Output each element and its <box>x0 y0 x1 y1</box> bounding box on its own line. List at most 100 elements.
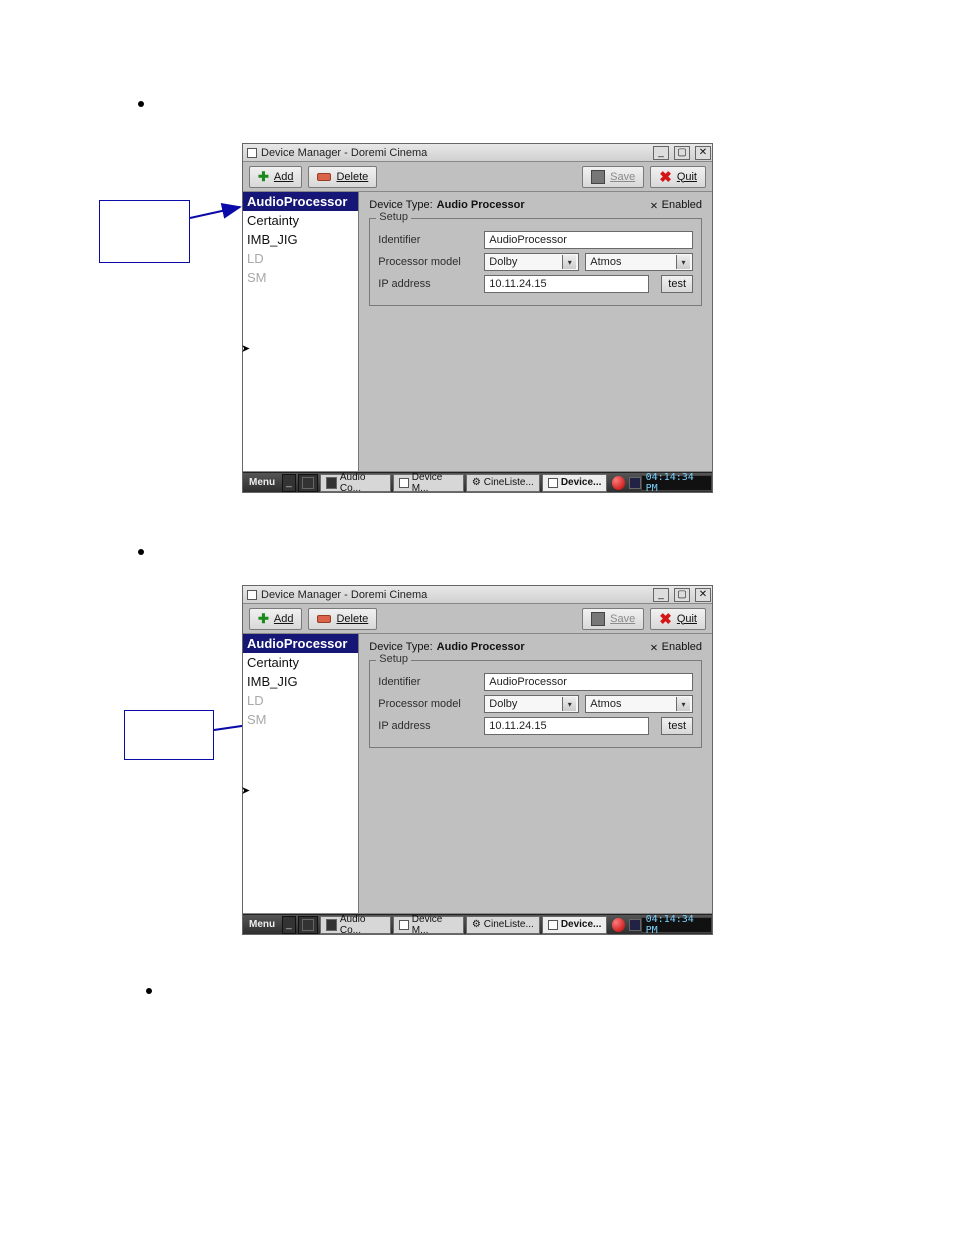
app-icon: ⚙ <box>472 919 481 930</box>
taskbar-item-devicem[interactable]: Device M... <box>393 916 463 934</box>
identifier-value: AudioProcessor <box>489 676 567 688</box>
sidebar-item-imbjig[interactable]: IMB_JIG <box>243 672 358 691</box>
titlebar[interactable]: Device Manager - Doremi Cinema _ ▢ ✕ <box>243 144 712 162</box>
taskbar-item-audio[interactable]: Audio Co... <box>320 474 392 492</box>
device-manager-window: Device Manager - Doremi Cinema _ ▢ ✕ ✚ Ad… <box>242 585 713 935</box>
brand-select[interactable]: Dolby▾ <box>484 253 579 271</box>
callout-box <box>99 200 190 263</box>
model-select-value: Atmos <box>590 256 621 268</box>
quit-button[interactable]: ✖Quit <box>650 608 706 630</box>
chevron-down-icon: ▾ <box>562 697 576 711</box>
disk-icon <box>591 170 605 184</box>
app-icon <box>548 920 558 930</box>
minimize-button[interactable]: _ <box>653 588 669 602</box>
enabled-label: Enabled <box>662 199 702 211</box>
sidebar-item-imbjig[interactable]: IMB_JIG <box>243 230 358 249</box>
notification-icon[interactable] <box>612 918 625 932</box>
app-icon <box>399 920 408 930</box>
app-icon <box>247 590 257 600</box>
taskbar-tray-icon[interactable]: _ <box>282 474 296 492</box>
taskbar-tray-icon[interactable] <box>298 916 318 934</box>
test-button-label: test <box>668 720 686 732</box>
sidebar-item-sm[interactable]: SM <box>243 710 358 729</box>
taskbar-item-label: Audio Co... <box>340 472 386 494</box>
sidebar-item-audioprocessor[interactable]: AudioProcessor <box>243 192 358 211</box>
identifier-input[interactable]: AudioProcessor <box>484 673 693 691</box>
close-icon: ✖ <box>659 168 672 186</box>
ip-label: IP address <box>378 278 478 290</box>
test-button[interactable]: test <box>661 717 693 735</box>
clock: 04:14:34 PM <box>641 475 712 491</box>
cursor-icon: ➤ <box>241 342 250 355</box>
save-button[interactable]: Save <box>582 608 644 630</box>
delete-button-label: Delete <box>336 613 368 625</box>
add-button-label: Add <box>274 613 294 625</box>
menu-button[interactable]: Menu <box>243 919 281 930</box>
enabled-checkbox[interactable]: ✕ <box>650 198 657 212</box>
app-icon <box>247 148 257 158</box>
model-select[interactable]: Atmos▾ <box>585 695 693 713</box>
brand-select[interactable]: Dolby▾ <box>484 695 579 713</box>
taskbar-item-audio[interactable]: Audio Co... <box>320 916 392 934</box>
sidebar-item-audioprocessor[interactable]: AudioProcessor <box>243 634 358 653</box>
identifier-value: AudioProcessor <box>489 234 567 246</box>
toolbar: ✚ Add Delete Save ✖Quit <box>243 604 712 634</box>
taskbar-item-cineliste[interactable]: ⚙CineListe... <box>466 474 540 492</box>
taskbar-item-device[interactable]: Device... <box>542 474 608 492</box>
window-title: Device Manager - Doremi Cinema <box>261 147 427 159</box>
chevron-down-icon: ▾ <box>676 255 690 269</box>
model-select[interactable]: Atmos ▾ <box>585 253 693 271</box>
tray-icon[interactable] <box>629 919 640 931</box>
delete-button[interactable]: Delete <box>308 608 377 630</box>
identifier-input[interactable]: AudioProcessor <box>484 231 693 249</box>
add-button[interactable]: ✚ Add <box>249 608 302 630</box>
device-list[interactable]: AudioProcessor Certainty IMB_JIG LD SM ➤ <box>243 634 359 913</box>
app-icon <box>326 919 337 931</box>
close-button[interactable]: ✕ <box>695 588 711 602</box>
taskbar-item-cineliste[interactable]: ⚙CineListe... <box>466 916 540 934</box>
notification-icon[interactable] <box>612 476 625 490</box>
sidebar-item-ld[interactable]: LD <box>243 249 358 268</box>
app-icon: ⚙ <box>472 477 481 488</box>
ip-input[interactable]: 10.11.24.15 <box>484 275 649 293</box>
device-list[interactable]: AudioProcessor Certainty IMB_JIG LD SM ➤ <box>243 192 359 471</box>
taskbar-item-label: Device M... <box>412 472 458 494</box>
save-button[interactable]: Save <box>582 166 644 188</box>
tray-icon <box>302 477 314 489</box>
device-type-value: Audio Processor <box>437 641 525 653</box>
tray-icon[interactable] <box>629 477 640 489</box>
bullet <box>146 988 152 994</box>
maximize-button[interactable]: ▢ <box>674 146 690 160</box>
ip-value: 10.11.24.15 <box>489 278 546 290</box>
taskbar-item-device[interactable]: Device... <box>542 916 608 934</box>
sidebar-item-ld[interactable]: LD <box>243 691 358 710</box>
enabled-checkbox[interactable]: ✕ <box>650 640 657 654</box>
delete-button[interactable]: Delete <box>308 166 377 188</box>
taskbar-tray-icon[interactable]: _ <box>282 916 296 934</box>
taskbar-item-label: CineListe... <box>484 477 534 488</box>
ip-input[interactable]: 10.11.24.15 <box>484 717 649 735</box>
maximize-button[interactable]: ▢ <box>674 588 690 602</box>
taskbar-item-devicem[interactable]: Device M... <box>393 474 463 492</box>
add-button[interactable]: ✚Add <box>249 166 302 188</box>
menu-button[interactable]: Menu <box>243 477 281 488</box>
quit-button[interactable]: ✖Quit <box>650 166 706 188</box>
close-button[interactable]: ✕ <box>695 146 711 160</box>
minimize-button[interactable]: _ <box>653 146 669 160</box>
model-select-value: Atmos <box>590 698 621 710</box>
setup-legend: Setup <box>376 653 411 665</box>
sidebar-item-certainty[interactable]: Certainty <box>243 211 358 230</box>
setup-legend: Setup <box>376 211 411 223</box>
taskbar-tray-icon[interactable] <box>298 474 318 492</box>
plus-icon: ✚ <box>258 611 269 627</box>
taskbar-item-label: Audio Co... <box>340 914 386 936</box>
quit-button-label: Quit <box>677 613 697 625</box>
app-icon <box>548 478 558 488</box>
titlebar[interactable]: Device Manager - Doremi Cinema _ ▢ ✕ <box>243 586 712 604</box>
sidebar-item-certainty[interactable]: Certainty <box>243 653 358 672</box>
tray-icon <box>302 919 314 931</box>
taskbar-item-label: Device M... <box>412 914 458 936</box>
sidebar-item-sm[interactable]: SM <box>243 268 358 287</box>
disk-icon <box>591 612 605 626</box>
test-button[interactable]: test <box>661 275 693 293</box>
